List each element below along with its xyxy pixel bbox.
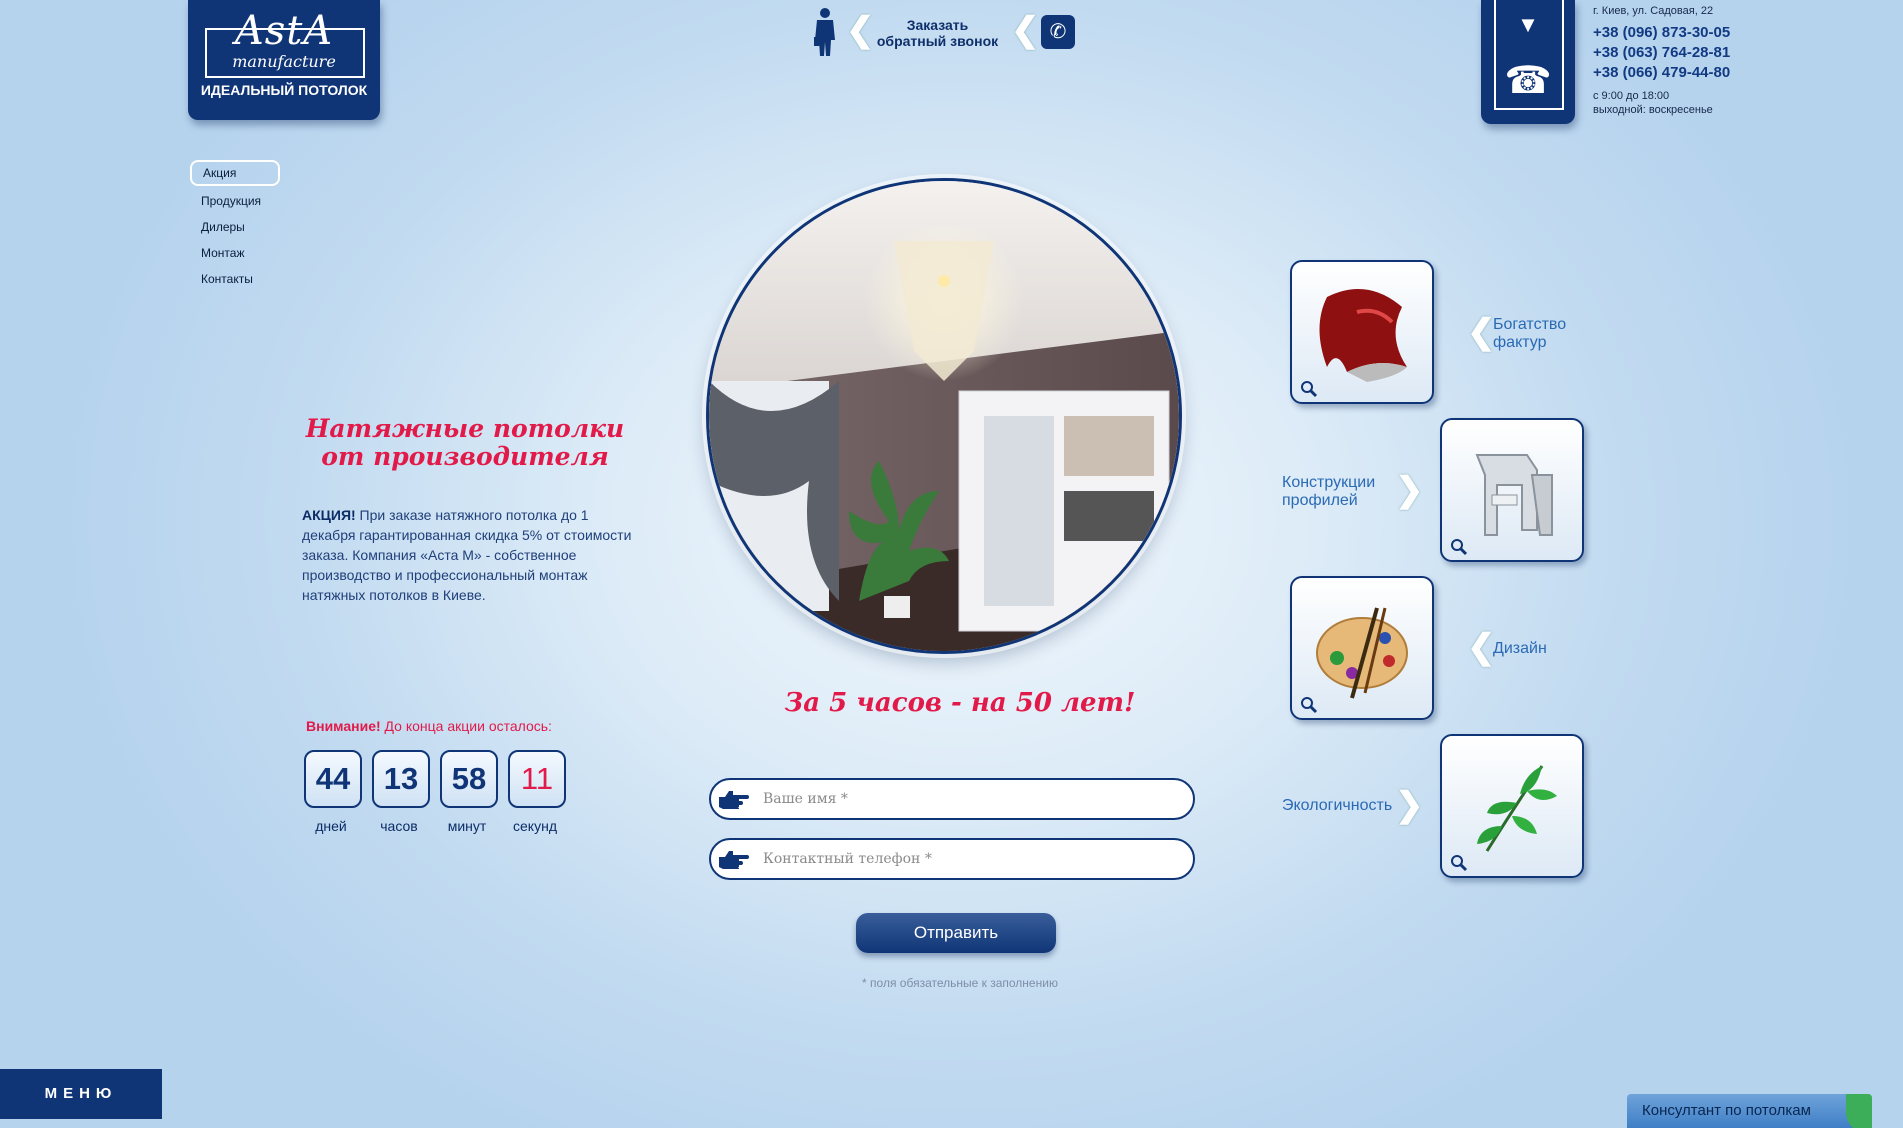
slogan: За 5 часов - на 50 лет! <box>784 688 1136 718</box>
countdown-caption: Внимание! До конца акции осталось: <box>306 718 552 734</box>
promo-text: АКЦИЯ! При заказе натяжного потолка до 1… <box>302 505 642 605</box>
magnifier-icon <box>1451 539 1468 556</box>
countdown-warn-lead: Внимание! <box>306 718 381 734</box>
leaf-icon <box>1477 765 1557 852</box>
name-input[interactable] <box>761 786 1185 812</box>
feature-tile-profiles[interactable] <box>1440 418 1584 562</box>
chevron-right-icon: ❯ <box>1395 471 1424 509</box>
consultant-label: Консултант по потолкам <box>1642 1102 1811 1119</box>
menu-button[interactable]: МЕНЮ <box>0 1069 162 1119</box>
nav-item-contacts[interactable]: Контакты <box>190 266 280 292</box>
phone-input[interactable] <box>761 846 1185 872</box>
countdown-warn-text: До конца акции осталось: <box>380 718 552 734</box>
triangle-down-icon: ▼ <box>1517 12 1539 37</box>
countdown-seconds-label: секунд <box>513 818 557 834</box>
consultant-chat-button[interactable]: Консултант по потолкам <box>1627 1094 1872 1128</box>
palette-icon <box>1316 607 1408 699</box>
countdown-hours: 13 <box>372 750 430 808</box>
pointing-hand-icon <box>719 851 749 869</box>
feature-tile-textures[interactable] <box>1290 260 1434 404</box>
phone-tab[interactable]: ▼ ☎ <box>1481 0 1575 124</box>
feature-label-line: профилей <box>1282 492 1358 509</box>
magnifier-icon <box>1451 855 1468 872</box>
interior-photo <box>706 178 1182 654</box>
countdown-days: 44 <box>304 750 362 808</box>
countdown-hours-label: часов <box>380 818 418 834</box>
feature-label-line: фактур <box>1493 334 1547 351</box>
logo-tagline: ИДЕАЛЬНЫЙ ПОТОЛОК <box>200 82 368 98</box>
nav-item-promo[interactable]: Акция <box>190 160 280 186</box>
callback-link[interactable]: Заказать обратный звонок <box>870 17 1005 49</box>
promo-title-line1: Натяжные потолки <box>305 414 625 443</box>
countdown-days-label: дней <box>315 818 347 834</box>
nav-item-products[interactable]: Продукция <box>190 188 280 214</box>
nav-item-dealers[interactable]: Дилеры <box>190 214 280 240</box>
feature-label-line: Богатство <box>1493 316 1567 333</box>
telephone-icon: ☎ <box>1504 60 1552 102</box>
chevron-right-icon: ❯ <box>1395 786 1424 824</box>
address: г. Киев, ул. Садовая, 22 <box>1593 5 1714 17</box>
phone-number[interactable]: +38 (066) 479-44-80 <box>1593 63 1793 83</box>
phone-field <box>709 838 1195 880</box>
countdown-minutes: 58 <box>440 750 498 808</box>
magnifier-icon <box>1301 381 1318 398</box>
main-nav: Акция Продукция Дилеры Монтаж Контакты <box>190 160 280 292</box>
submit-button[interactable]: Отправить <box>856 913 1056 953</box>
chevron-left-icon: ❮ <box>1467 628 1496 666</box>
chevron-left-icon: ❮ <box>1467 313 1496 351</box>
pointing-hand-icon <box>719 791 749 809</box>
feature-label-profiles[interactable]: Конструкции профилей <box>1282 474 1375 510</box>
profile-icon <box>1475 454 1553 536</box>
logo[interactable]: AstA manufacture ИДЕАЛЬНЫЙ ПОТОЛОК <box>188 0 380 120</box>
nav-item-installation[interactable]: Монтаж <box>190 240 280 266</box>
working-hours: с 9:00 до 18:00 <box>1593 90 1670 102</box>
feature-label-design[interactable]: Дизайн <box>1493 640 1547 658</box>
magnifier-icon <box>1301 697 1318 714</box>
countdown-seconds: 11 <box>508 750 566 808</box>
name-field <box>709 778 1195 820</box>
chevron-left-icon: ❮ <box>1011 11 1040 49</box>
businessman-icon <box>814 8 835 56</box>
logo-sub: manufacture <box>232 52 336 71</box>
feature-label-line: Конструкции <box>1282 474 1376 491</box>
required-note: * поля обязательные к заполнению <box>862 976 1058 990</box>
phone-number[interactable]: +38 (063) 764-28-81 <box>1593 43 1793 63</box>
feature-tile-ecology[interactable] <box>1440 734 1584 878</box>
phone-number[interactable]: +38 (096) 873-30-05 <box>1593 23 1793 43</box>
promo-title-line2: от производителя <box>321 442 609 471</box>
phone-handset-icon[interactable]: ✆ <box>1041 15 1075 49</box>
day-off: выходной: воскресенье <box>1593 104 1713 116</box>
leaf-icon <box>1846 1094 1872 1128</box>
fabric-icon <box>1319 289 1407 382</box>
callback-line1: Заказать <box>906 17 969 33</box>
countdown-minutes-label: минут <box>447 818 487 834</box>
promo-lead: АКЦИЯ! <box>302 507 356 523</box>
contacts-block: г. Киев, ул. Садовая, 22 +38 (096) 873-3… <box>1593 5 1793 117</box>
feature-label-ecology[interactable]: Экологичность <box>1282 797 1392 815</box>
feature-tile-design[interactable] <box>1290 576 1434 720</box>
callback-line2: обратный звонок <box>876 33 999 49</box>
promo-title: Натяжные потолки от производителя <box>305 415 625 471</box>
feature-label-textures[interactable]: Богатство фактур <box>1493 316 1566 352</box>
logo-brand: AstA <box>234 8 334 54</box>
